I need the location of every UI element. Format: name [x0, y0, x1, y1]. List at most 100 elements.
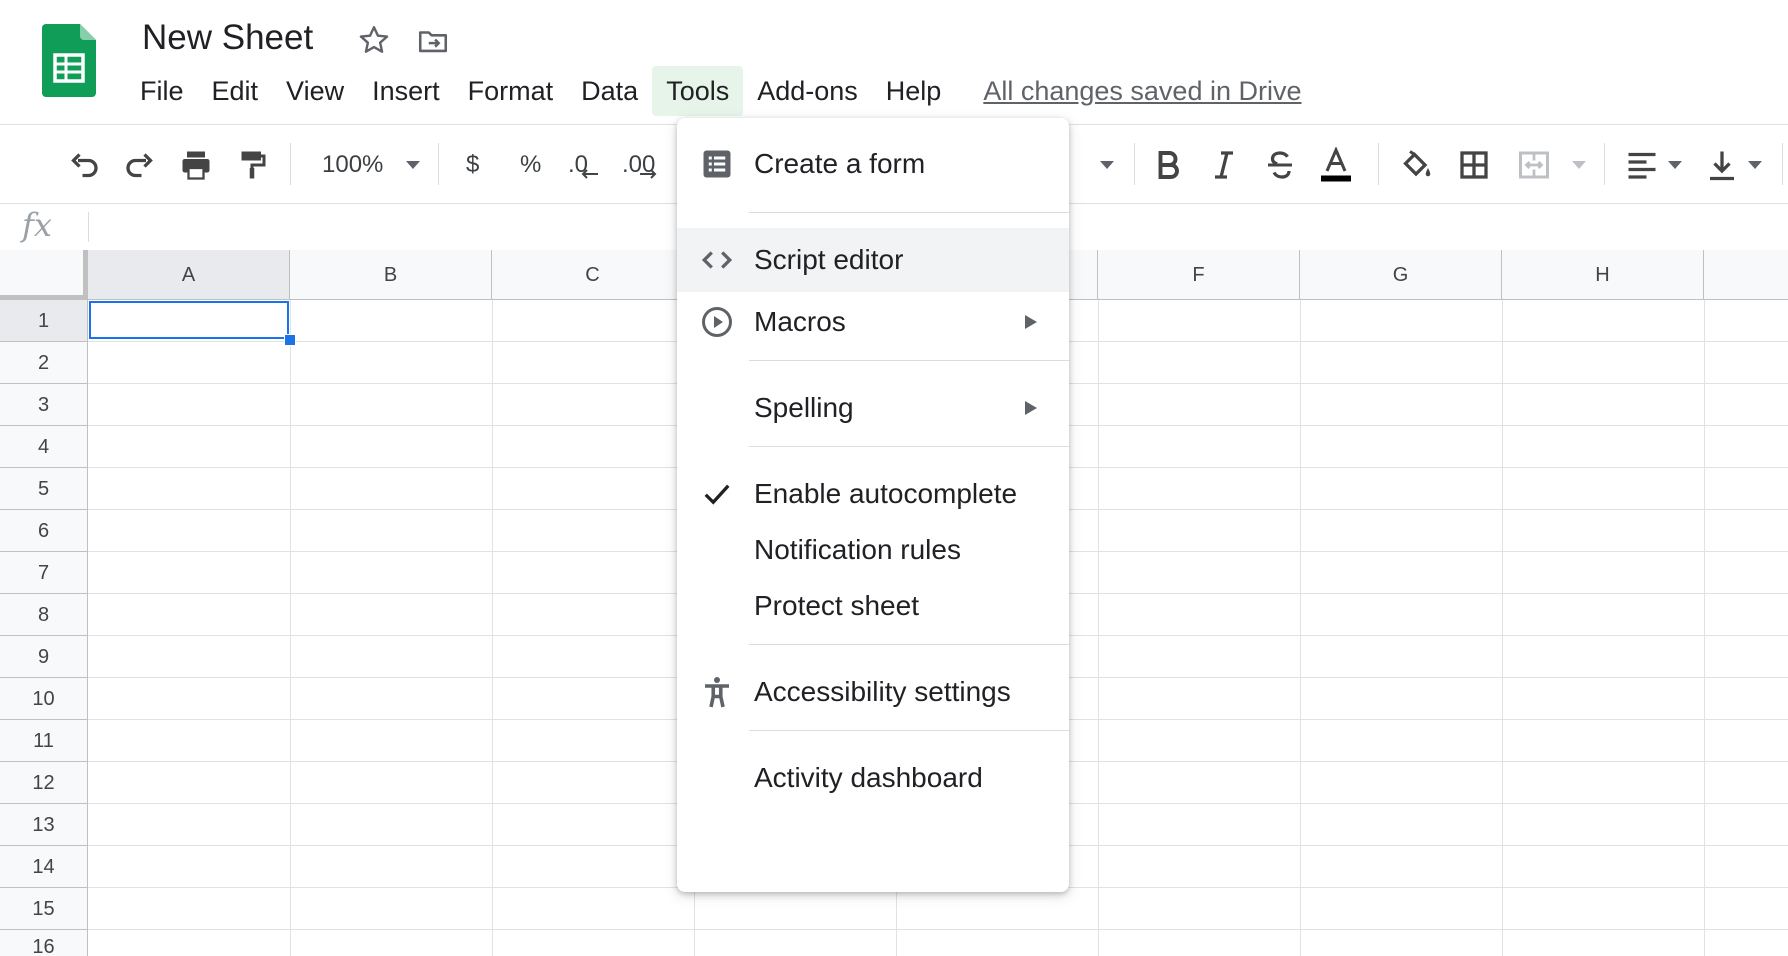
column-header-h[interactable]: H	[1502, 250, 1704, 300]
row-header-7[interactable]: 7	[0, 552, 88, 594]
fill-color-icon[interactable]	[1398, 147, 1434, 183]
document-title[interactable]: New Sheet	[142, 16, 313, 60]
bold-icon[interactable]	[1150, 147, 1186, 183]
row-header-12[interactable]: 12	[0, 762, 88, 804]
code-icon	[699, 242, 735, 278]
format-currency-button[interactable]: $	[466, 147, 479, 183]
menu-item-label: Notification rules	[754, 534, 961, 565]
menu-bar: File Edit View Insert Format Data Tools …	[126, 66, 1302, 116]
print-icon[interactable]	[178, 147, 214, 183]
fx-label: fx	[22, 206, 52, 244]
vertical-align-caret-icon[interactable]	[1748, 161, 1762, 169]
row-header-14[interactable]: 14	[0, 846, 88, 888]
menu-item-label: Create a form	[754, 148, 926, 179]
menu-divider	[749, 644, 1069, 645]
column-header-b[interactable]: B	[290, 250, 492, 300]
row-header-1[interactable]: 1	[0, 300, 88, 342]
font-size-caret-icon[interactable]	[1100, 161, 1114, 169]
menu-help[interactable]: Help	[872, 66, 956, 116]
row-header-2[interactable]: 2	[0, 342, 88, 384]
decrease-decimal-arrow-icon	[578, 167, 602, 181]
menu-format[interactable]: Format	[454, 66, 568, 116]
menu-item-spelling[interactable]: Spelling	[677, 376, 1069, 440]
column-header-c[interactable]: C	[492, 250, 694, 300]
menu-item-enable-autocomplete[interactable]: Enable autocomplete	[677, 462, 1069, 526]
menu-item-label: Accessibility settings	[754, 676, 1011, 707]
strikethrough-icon[interactable]	[1262, 147, 1298, 183]
menu-item-notification-rules[interactable]: Notification rules	[677, 518, 1069, 582]
column-header-f[interactable]: F	[1098, 250, 1300, 300]
app-header: New Sheet File Edit View Insert Format D…	[0, 0, 1788, 125]
merge-caret-icon[interactable]	[1572, 161, 1586, 169]
menu-item-label: Spelling	[754, 392, 854, 423]
grid-line	[88, 929, 1788, 930]
merge-cells-icon[interactable]	[1516, 147, 1552, 183]
row-header-8[interactable]: 8	[0, 594, 88, 636]
row-header-15[interactable]: 15	[0, 888, 88, 930]
format-percent-button[interactable]: %	[520, 147, 541, 183]
column-header-a[interactable]: A	[88, 250, 290, 300]
zoom-select[interactable]: 100%	[322, 147, 383, 183]
text-color-icon[interactable]	[1318, 147, 1354, 183]
submenu-arrow-icon	[1025, 315, 1037, 329]
row-header-13[interactable]: 13	[0, 804, 88, 846]
paint-format-icon[interactable]	[234, 147, 270, 183]
select-all-corner[interactable]	[0, 250, 88, 300]
move-to-folder-icon[interactable]	[416, 24, 450, 58]
menu-item-label: Macros	[754, 306, 846, 337]
toolbar-divider	[1134, 143, 1135, 185]
column-header-partial	[1704, 250, 1788, 300]
undo-icon[interactable]	[66, 147, 102, 183]
menu-divider	[749, 730, 1069, 731]
sheets-logo-icon[interactable]	[42, 24, 96, 97]
toolbar-divider	[290, 143, 291, 185]
zoom-caret-icon[interactable]	[406, 161, 420, 169]
row-header-10[interactable]: 10	[0, 678, 88, 720]
redo-icon[interactable]	[122, 147, 158, 183]
row-header-11[interactable]: 11	[0, 720, 88, 762]
row-header-4[interactable]: 4	[0, 426, 88, 468]
menu-item-label: Activity dashboard	[754, 762, 983, 793]
horizontal-align-caret-icon[interactable]	[1668, 161, 1682, 169]
menu-add-ons[interactable]: Add-ons	[743, 66, 872, 116]
menu-item-label: Script editor	[754, 244, 904, 275]
grid-line	[1098, 300, 1099, 956]
selected-cell-a1[interactable]	[89, 301, 289, 339]
italic-icon[interactable]	[1206, 147, 1242, 183]
toolbar-divider	[1378, 143, 1379, 185]
toolbar-divider	[1604, 143, 1605, 185]
formula-divider	[88, 212, 89, 242]
horizontal-align-icon[interactable]	[1624, 147, 1660, 183]
row-header-16[interactable]: 16	[0, 930, 88, 956]
column-header-g[interactable]: G	[1300, 250, 1502, 300]
menu-file[interactable]: File	[126, 66, 198, 116]
vertical-align-icon[interactable]	[1704, 147, 1740, 183]
submenu-arrow-icon	[1025, 401, 1037, 415]
menu-edit[interactable]: Edit	[198, 66, 273, 116]
save-status-link[interactable]: All changes saved in Drive	[983, 76, 1301, 107]
menu-data[interactable]: Data	[567, 66, 652, 116]
menu-item-accessibility-settings[interactable]: Accessibility settings	[677, 660, 1069, 724]
grid-line	[1502, 300, 1503, 956]
row-header-6[interactable]: 6	[0, 510, 88, 552]
tools-dropdown-menu: Create a form Script editor Macros Spell…	[677, 118, 1069, 892]
row-header-5[interactable]: 5	[0, 468, 88, 510]
grid-line	[1300, 300, 1301, 956]
menu-item-create-a-form[interactable]: Create a form	[677, 132, 1069, 196]
menu-item-macros[interactable]: Macros	[677, 290, 1069, 354]
row-header-3[interactable]: 3	[0, 384, 88, 426]
menu-view[interactable]: View	[272, 66, 358, 116]
menu-insert[interactable]: Insert	[358, 66, 454, 116]
menu-item-activity-dashboard[interactable]: Activity dashboard	[677, 746, 1069, 810]
row-header-9[interactable]: 9	[0, 636, 88, 678]
accessibility-icon	[699, 674, 735, 710]
toolbar-divider	[438, 143, 439, 185]
increase-decimal-arrow-icon	[636, 167, 660, 181]
menu-item-protect-sheet[interactable]: Protect sheet	[677, 574, 1069, 638]
menu-item-label: Protect sheet	[754, 590, 919, 621]
menu-tools[interactable]: Tools	[652, 66, 744, 116]
fill-handle[interactable]	[284, 334, 296, 346]
borders-icon[interactable]	[1456, 147, 1492, 183]
star-icon[interactable]	[356, 22, 392, 58]
menu-item-script-editor[interactable]: Script editor	[677, 228, 1069, 292]
